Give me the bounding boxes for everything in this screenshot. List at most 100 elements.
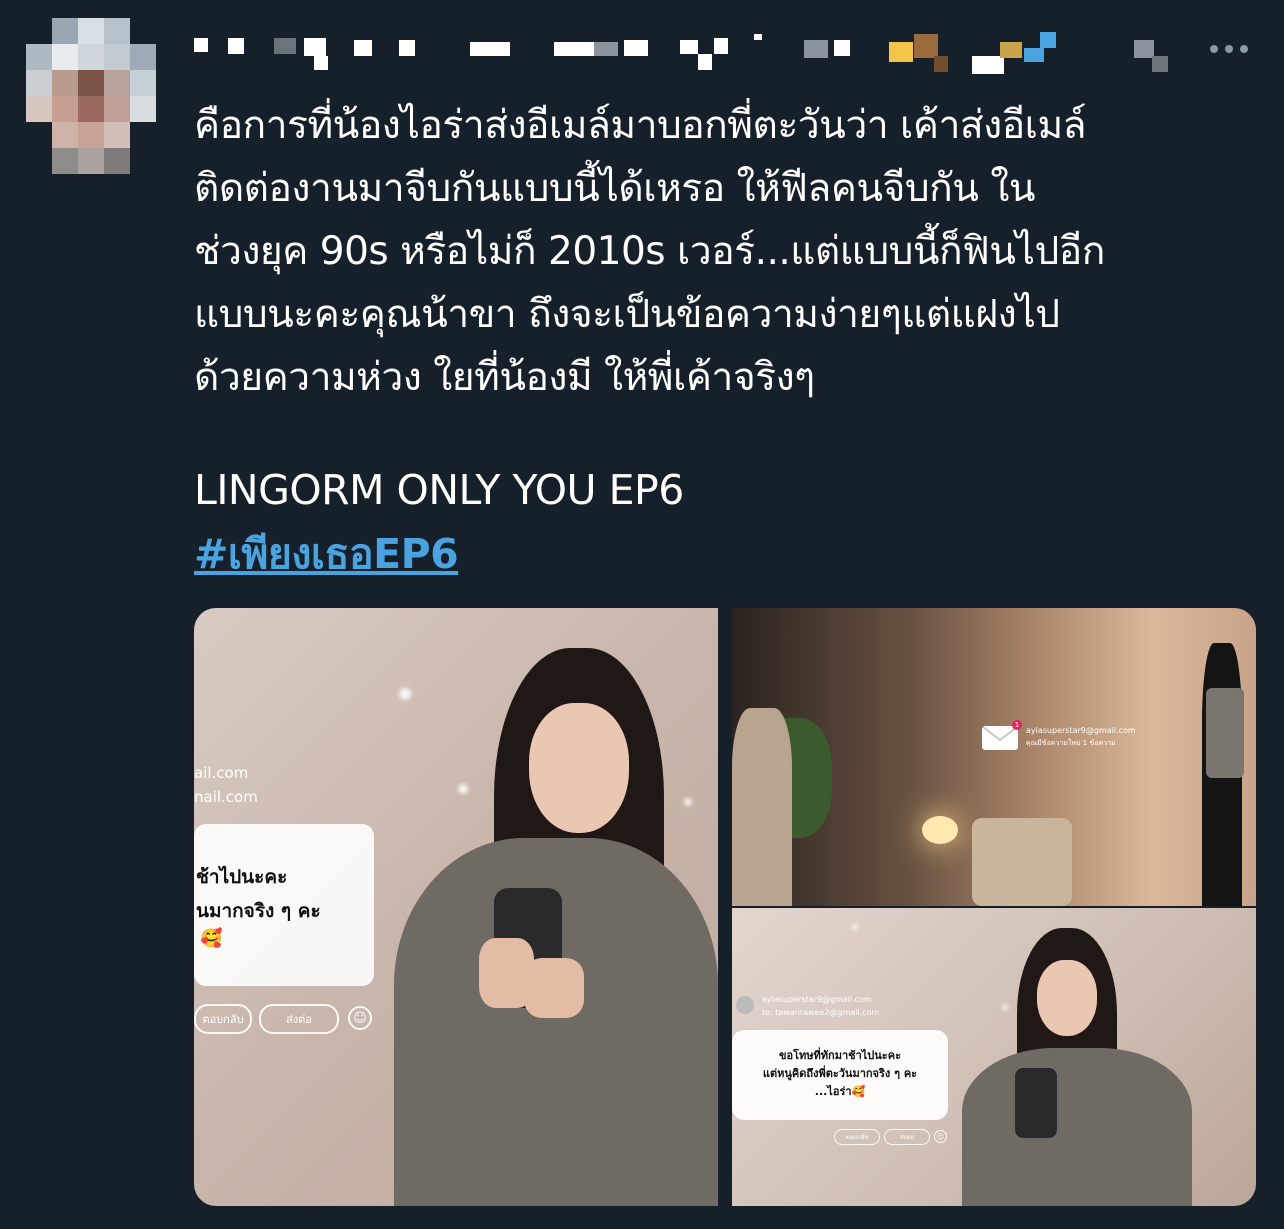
bokeh-light [852,924,858,930]
bokeh-light [399,688,411,700]
avatar-pixel [104,148,130,174]
lamp [922,816,958,844]
avatar-pixel [130,96,156,122]
message-card: ช้าไปนะคะ นมากจริง ๆ คะ 🥰 [194,824,374,986]
avatar-pixel [130,18,156,44]
hashtag-link[interactable]: #เพียงเธอEP6 [194,526,459,582]
name-pixel [934,56,948,72]
name-pixel [1134,40,1154,58]
forward-label: ส่งต่อ [899,1134,915,1141]
avatar-pixel [26,70,52,96]
avatar-pixel [78,18,104,44]
name-pixel [399,40,415,56]
reply-label: ตอบกลับ [202,1013,244,1026]
name-pixel [1040,32,1056,48]
name-pixel [1152,56,1168,72]
forward-button[interactable]: ส่งต่อ [259,1004,339,1034]
seated-woman [732,708,792,906]
name-pixel [194,38,208,52]
message-line-2: นมากจริง ๆ คะ [196,900,321,922]
message-card: ขอโทษที่ทักมาช้าไปนะคะ แต่หนูคิดถึงพี่ตะ… [732,1030,948,1120]
woman-face [1037,960,1097,1036]
name-pixel [680,40,698,54]
name-pixel [274,38,296,54]
avatar-pixel [52,96,78,122]
avatar-pixel [52,18,78,44]
avatar-pixel [26,96,52,122]
hand [524,958,584,1018]
sender-email: aylasuperstar9@gmail.com [1026,726,1136,735]
woman-coat [962,1048,1192,1206]
name-pixel [1024,48,1044,62]
avatar-pixel [78,96,104,122]
recipient-email: to: tawanrawee2@gmail.com [762,1008,880,1017]
author-name-redacted[interactable] [194,28,1194,78]
avatar-pixel [130,70,156,96]
avatar-pixel [78,122,104,148]
bokeh-light [1002,1004,1008,1010]
media-grid: ail.com nail.com ช้าไปนะคะ นมากจริง ๆ คะ… [194,608,1256,1206]
name-pixel [304,38,326,56]
photo-2[interactable]: 1 aylasuperstar9@gmail.com คุณมีข้อความใ… [732,608,1256,906]
avatar-pixel [26,18,52,44]
name-pixel [914,34,938,58]
avatar-pixel [52,44,78,70]
sender-avatar [736,996,754,1014]
photo-3[interactable]: aylasuperstar9@gmail.com to: tawanrawee2… [732,908,1256,1206]
avatar-pixel [26,44,52,70]
name-pixel [624,40,648,56]
message-line-2: แต่หนูคิดถึงพี่ตะวันมากจริง ๆ คะ [762,1067,918,1080]
name-pixel [714,38,728,54]
avatar-pixel [52,148,78,174]
photo-1[interactable]: ail.com nail.com ช้าไปนะคะ นมากจริง ๆ คะ… [194,608,718,1206]
avatar-pixel [78,70,104,96]
name-pixel [228,38,244,54]
reply-label: ตอบกลับ [845,1134,869,1141]
message-line-1: ช้าไปนะคะ [196,866,288,888]
name-pixel [1000,42,1022,58]
email-partial-1: ail.com [194,764,249,782]
avatar-pixel [104,44,130,70]
message-line-1: ขอโทษที่ทักมาช้าไปนะคะ [779,1049,901,1062]
name-pixel [698,54,712,70]
avatar-pixel [130,44,156,70]
woman-face [529,703,629,833]
avatar-pixel [78,44,104,70]
avatar[interactable] [22,14,162,176]
sender-email: aylasuperstar9@gmail.com [762,995,872,1004]
tweet-text: คือการที่น้องไอร่าส่งอีเมล์มาบอกพี่ตะวัน… [194,103,1105,400]
name-pixel [972,56,1004,74]
smiley-icon[interactable]: ☺ [348,1006,372,1030]
avatar-pixel [104,96,130,122]
more-horizontal-icon[interactable] [1204,34,1254,64]
chair [972,818,1072,906]
forward-label: ส่งต่อ [286,1013,312,1026]
notification-badge: 1 [1012,720,1022,730]
reply-button[interactable]: ตอบกลับ [834,1129,880,1145]
standing-woman-coat [1206,688,1244,778]
avatar-pixel [104,70,130,96]
name-pixel [889,42,913,62]
name-pixel [594,42,618,56]
bokeh-light [458,784,468,794]
smiley-icon[interactable]: ☺ [934,1130,947,1143]
bokeh-light [684,798,692,806]
avatar-pixel [130,122,156,148]
notification-subtitle: คุณมีข้อความใหม่ 1 ข้อความ [1026,739,1116,747]
name-pixel [354,40,372,56]
name-pixel [754,34,762,40]
reply-button[interactable]: ตอบกลับ [194,1004,252,1034]
name-pixel [834,40,850,56]
avatar-pixel [52,70,78,96]
name-pixel [470,42,510,56]
name-pixel [314,56,328,70]
tweet-title-line: LINGORM ONLY YOU EP6 [194,466,684,514]
name-pixel [554,42,594,56]
forward-button[interactable]: ส่งต่อ [884,1129,930,1145]
avatar-pixel [52,122,78,148]
avatar-pixel [78,148,104,174]
name-pixel [804,40,828,58]
email-partial-2: nail.com [194,788,258,806]
avatar-pixel [104,122,130,148]
avatar-pixel [26,122,52,148]
